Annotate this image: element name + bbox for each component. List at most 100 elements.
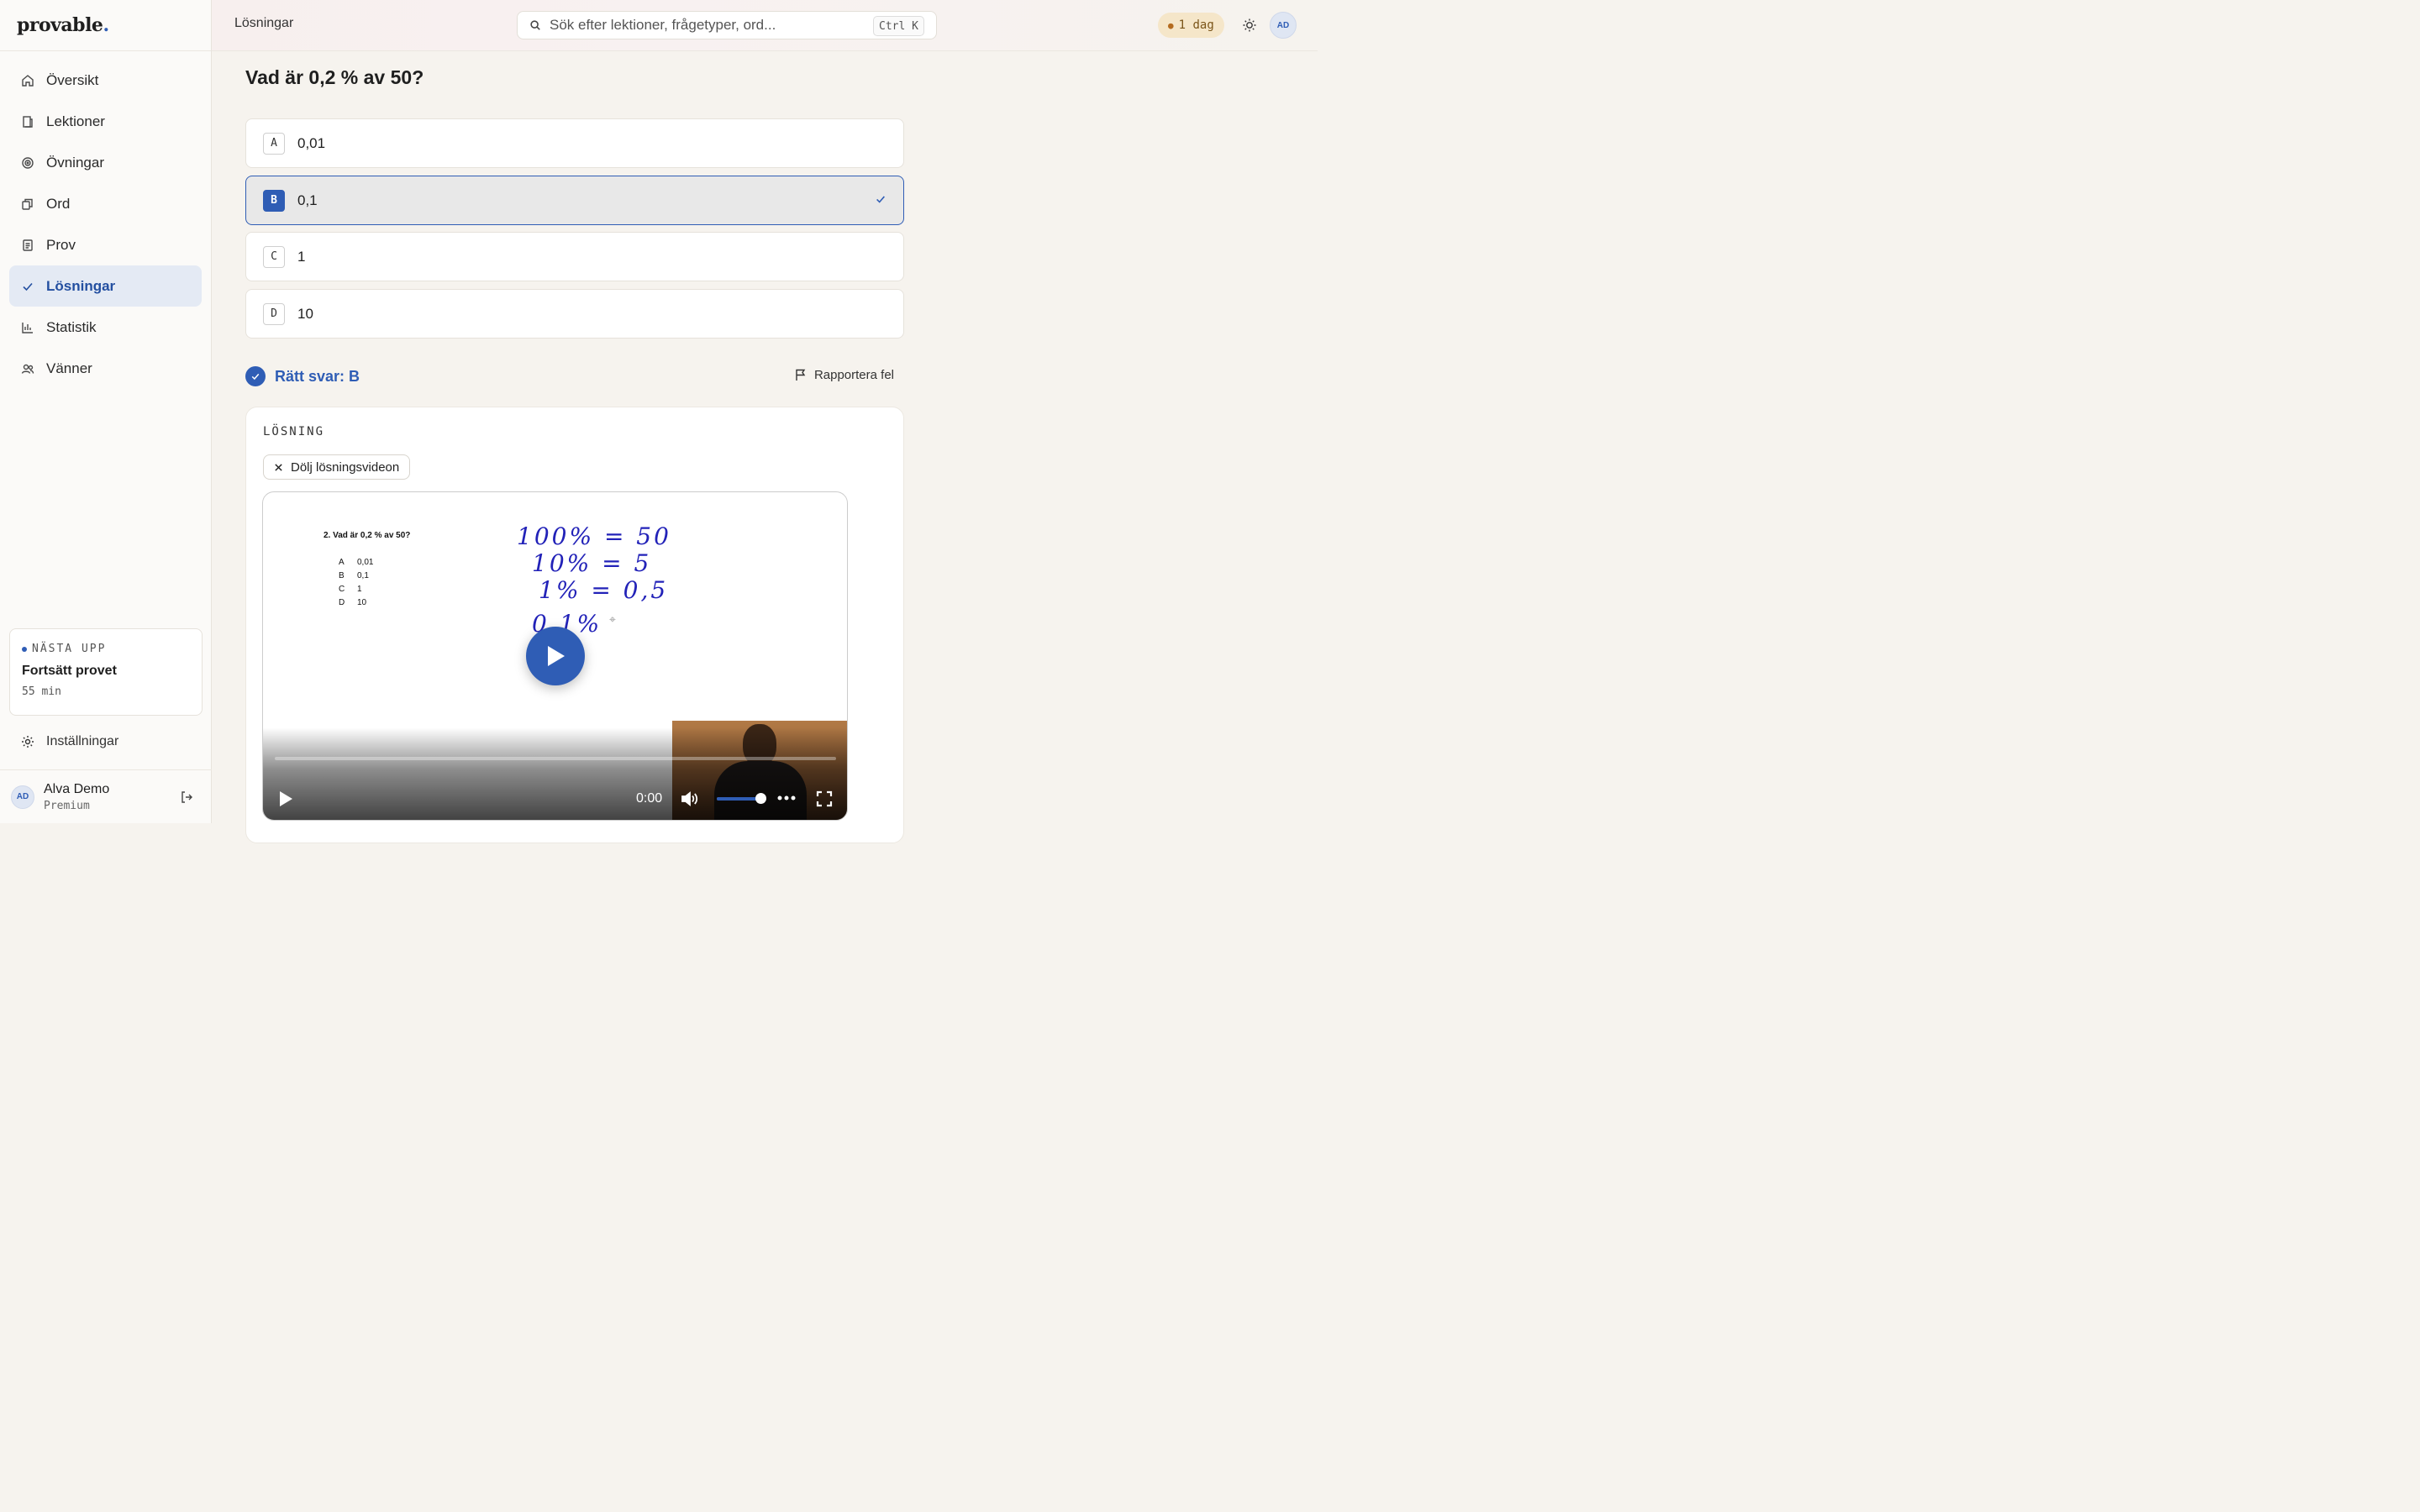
sidebar-item-oversikt[interactable]: Översikt (9, 60, 202, 101)
video-slide-options: A 0,01 B 0,1 C1 D 10 (339, 556, 376, 610)
solution-card: LÖSNING Dölj lösningsvideon 2. Vad är 0,… (245, 407, 904, 843)
search-shortcut: Ctrl K (873, 16, 924, 36)
video-slide-option: B 0,1 (339, 571, 369, 580)
question-title: Vad är 0,2 % av 50? (245, 66, 424, 88)
book-icon (21, 115, 34, 129)
theme-toggle-sun-icon[interactable] (1242, 18, 1257, 37)
settings-link[interactable]: Inställningar (9, 722, 203, 761)
sidebar-item-vanner[interactable]: Vänner (9, 348, 202, 389)
option-letter: B (263, 189, 285, 212)
next-up-time: 55 min (22, 685, 61, 698)
brand-logo[interactable]: provable. (0, 0, 211, 51)
solution-label: LÖSNING (263, 425, 325, 438)
play-button[interactable] (526, 627, 585, 685)
correct-answer-text: Rätt svar: B (275, 367, 360, 385)
main-content: Vad är 0,2 % av 50? A 0,01 B 0,1 C 1 D 1… (245, 51, 904, 843)
avatar[interactable]: AD (11, 785, 34, 809)
flag-icon (795, 369, 806, 381)
brand-dot: . (103, 14, 109, 36)
option-text: 0,1 (297, 192, 318, 208)
sidebar-item-ord[interactable]: Ord (9, 183, 202, 224)
handwriting-line: 100% = 50 (517, 522, 671, 550)
user-info: Alva Demo Premium (44, 782, 109, 812)
app-root: provable. Översikt Lektioner Övningar Or… (0, 0, 1318, 843)
sidebar: provable. Översikt Lektioner Övningar Or… (0, 0, 212, 823)
option-text: 1 (297, 248, 306, 265)
search-box[interactable]: Ctrl K (517, 11, 937, 39)
option-text: 10 (297, 305, 313, 322)
sidebar-item-label: Lösningar (46, 277, 116, 294)
target-icon (21, 156, 34, 170)
gear-icon (21, 735, 34, 748)
sidebar-item-label: Ord (46, 195, 71, 212)
sidebar-item-prov[interactable]: Prov (9, 224, 202, 265)
video-slide-option: C1 (339, 585, 362, 594)
sidebar-item-losningar[interactable]: Lösningar (9, 265, 202, 307)
settings-label: Inställningar (46, 734, 119, 748)
more-options-icon[interactable] (776, 791, 797, 805)
user-plan: Premium (44, 799, 90, 812)
video-slide-option: A 0,01 (339, 558, 374, 567)
sidebar-nav: Översikt Lektioner Övningar Ord Prov Lös… (0, 51, 211, 397)
crosshair-cursor-icon: ⌖ (609, 612, 616, 626)
video-slide-option: D 10 (339, 598, 367, 607)
report-error-button[interactable]: Rapportera fel (795, 368, 894, 382)
sidebar-item-ovningar[interactable]: Övningar (9, 142, 202, 183)
handwriting-line: 1% = 0,5 (539, 576, 669, 604)
status-dot (22, 646, 27, 652)
search-icon (529, 19, 541, 31)
header-avatar[interactable]: AD (1270, 12, 1297, 39)
option-text: 0,01 (297, 134, 326, 151)
bar-chart-icon (21, 321, 34, 334)
play-icon (548, 646, 565, 666)
sidebar-item-label: Statistik (46, 318, 97, 335)
solution-video-player[interactable]: 2. Vad är 0,2 % av 50? A 0,01 B 0,1 C1 D 10… (262, 491, 848, 821)
correct-check-icon (245, 366, 266, 386)
controls-overlay (263, 727, 847, 820)
volume-icon[interactable] (680, 790, 700, 808)
next-up-tag: NÄSTA UPP (22, 643, 190, 655)
selected-check-icon (875, 193, 886, 209)
video-progress-bar[interactable] (275, 757, 836, 760)
control-play-icon[interactable] (276, 790, 295, 808)
streak-label: 1 dag (1178, 18, 1214, 32)
search-input[interactable] (550, 17, 869, 34)
sidebar-item-label: Övningar (46, 154, 104, 171)
sidebar-item-label: Prov (46, 236, 76, 253)
hide-video-button[interactable]: Dölj lösningsvideon (263, 454, 411, 480)
video-slide-question: 2. Vad är 0,2 % av 50? (324, 531, 411, 540)
fullscreen-icon[interactable] (815, 790, 834, 808)
next-up-card[interactable]: NÄSTA UPP Fortsätt provet 55 min (9, 628, 203, 716)
sidebar-item-lektioner[interactable]: Lektioner (9, 101, 202, 142)
sidebar-item-label: Översikt (46, 71, 99, 88)
option-c[interactable]: C 1 (245, 232, 904, 281)
streak-badge[interactable]: ● 1 dag (1158, 13, 1224, 38)
next-up-tag-label: NÄSTA UPP (32, 643, 107, 655)
brand-name: provable (17, 14, 103, 36)
next-up-title: Fortsätt provet (22, 664, 117, 678)
user-profile[interactable]: AD Alva Demo Premium (0, 769, 212, 823)
home-icon (21, 74, 34, 87)
topbar: Lösningar Ctrl K ● 1 dag AD (212, 0, 1318, 51)
correct-answer-row: Rätt svar: B Rapportera fel (245, 365, 904, 387)
option-d[interactable]: D 10 (245, 289, 904, 339)
sidebar-item-label: Vänner (46, 360, 92, 376)
option-letter: D (263, 302, 285, 325)
video-time: 0:00 (636, 791, 663, 806)
document-icon (21, 239, 34, 252)
handwriting-line: 10% = 5 (532, 549, 652, 577)
cards-icon (21, 197, 34, 211)
check-icon (21, 280, 34, 293)
sidebar-item-label: Lektioner (46, 113, 105, 129)
logout-icon[interactable] (180, 790, 193, 808)
flame-icon: ● (1168, 19, 1174, 31)
sidebar-item-statistik[interactable]: Statistik (9, 307, 202, 348)
option-a[interactable]: A 0,01 (245, 118, 904, 168)
volume-fill (717, 797, 761, 801)
volume-knob[interactable] (755, 793, 766, 804)
breadcrumb: Lösningar (234, 16, 294, 30)
report-error-label: Rapportera fel (813, 368, 894, 382)
option-b[interactable]: B 0,1 (245, 176, 904, 225)
close-icon (274, 463, 283, 472)
option-letter: A (263, 132, 285, 155)
